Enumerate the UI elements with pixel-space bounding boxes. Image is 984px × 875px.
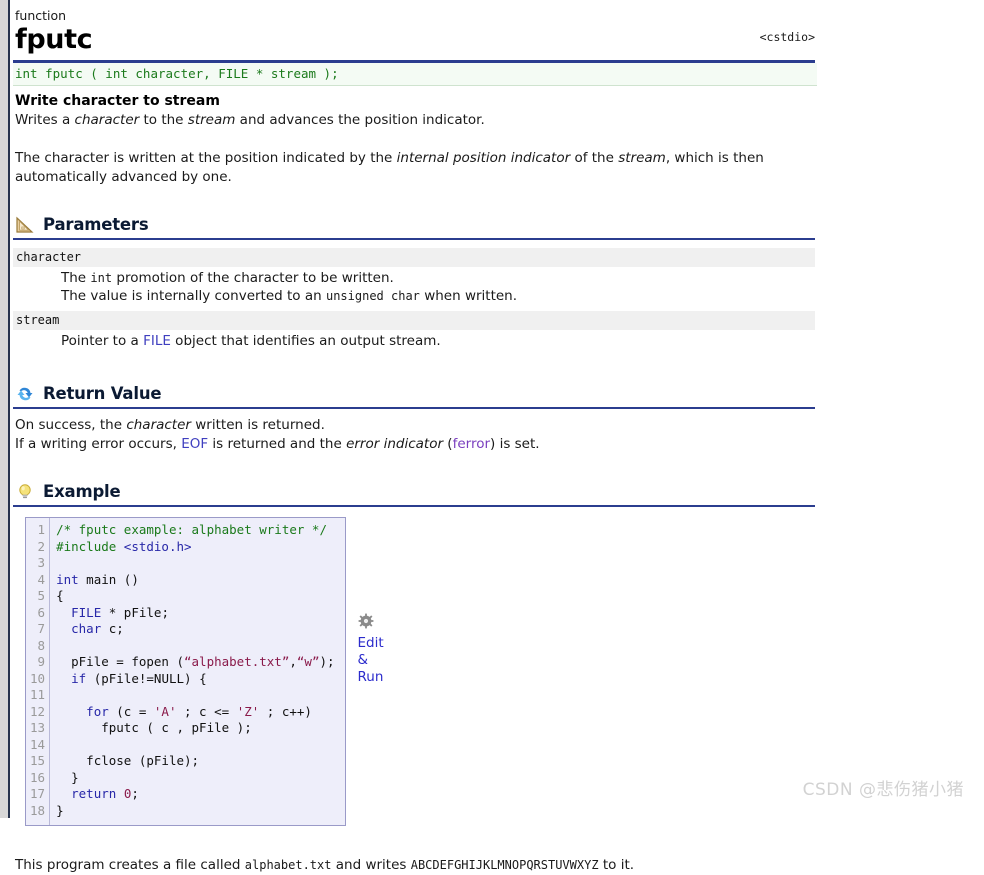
code-include-directive: #include <stdio.h> (56, 538, 192, 554)
code-line-end-brace: } (56, 802, 64, 818)
code-line-return: return 0; (71, 786, 139, 801)
code-line-file-decl: FILE * pFile; (71, 604, 169, 620)
code-line-for: for (c = 'A' ; c <= 'Z' ; c++) (86, 703, 312, 719)
parameter-description-line: Pointer to a FILE object that identifies… (61, 332, 815, 350)
intro-p2-em-stream: stream (618, 150, 666, 166)
section-heading-row-return-value: Return Value (13, 384, 815, 404)
code-line-fclose: fclose (pFile); (56, 753, 200, 768)
param1-l1-code-file: FILE (143, 333, 171, 349)
parameter-description: The int promotion of the character to be… (13, 267, 815, 311)
page-root: function fputc <cstdio> int fputc ( int … (0, 0, 984, 873)
code-line-if: if (pFile!=NULL) { (71, 670, 207, 686)
param0-l1-b: promotion of the character to be written… (112, 270, 394, 286)
outro-alphabet: ABCDEFGHIJKLMNOPQRSTUVWXYZ (410, 858, 599, 872)
intro-p1-em-character: character (74, 112, 140, 128)
code-line-main: int main () (56, 571, 139, 587)
watermark: CSDN @悲伤猪小猪 (802, 780, 964, 800)
short-description: Write character to stream (15, 93, 220, 109)
parameter-list: character The int promotion of the chara… (13, 248, 815, 356)
parameter-name: character (13, 248, 815, 267)
rv-l1-em-character: character (126, 417, 191, 433)
section-example: Example 1 2 3 4 5 6 7 8 9 10 11 12 13 14… (13, 482, 815, 826)
parameter-description-line: The int promotion of the character to be… (61, 269, 815, 287)
rv-l2-a: If a writing error occurs, (15, 436, 182, 452)
page-title: fputc (15, 24, 93, 55)
rv-l1-a: On success, the (15, 417, 127, 433)
entity-kind-label: function (15, 8, 67, 23)
section-parameters: Parameters character The int promotion o… (13, 215, 815, 356)
triangle-ruler-icon (15, 215, 35, 235)
intro-paragraph-1: Writes a character to the stream and adv… (13, 111, 815, 130)
gear-icon[interactable] (358, 613, 398, 633)
section-title-example: Example (43, 482, 121, 501)
outro-b: and writes (331, 857, 411, 873)
header-file-label: <cstdio> (759, 30, 815, 44)
section-divider-return-value (13, 407, 815, 409)
code-line-close-brace: } (56, 769, 79, 785)
content-column: function fputc <cstdio> int fputc ( int … (13, 0, 973, 875)
code-comment: /* fputc example: alphabet writer */ (56, 522, 327, 537)
outro-a: This program creates a file called (15, 857, 245, 873)
function-prototype: int fputc ( int character, FILE * stream… (13, 63, 817, 86)
intro-p1-part-c: to the (139, 112, 188, 128)
intro-p1-part-e: and advances the position indicator. (235, 112, 485, 128)
code-line-fopen: pFile = fopen (“alphabet.txt”,“w”); (56, 654, 335, 669)
param1-l1-b: object that identifies an output stream. (170, 333, 441, 349)
outro-c: to it. (598, 857, 635, 873)
edit-run-label-amp[interactable]: & (358, 652, 398, 669)
link-ferror[interactable]: ferror (453, 436, 490, 452)
lightbulb-icon (15, 482, 35, 502)
parameter-description-line: The value is internally converted to an … (61, 287, 815, 305)
param1-l1-a: Pointer to a (61, 333, 144, 349)
param0-l2-b: when written. (419, 288, 518, 304)
rv-l2-e: ) is set. (490, 436, 540, 452)
intro-p2-em-internal-position-indicator: internal position indicator (396, 150, 571, 166)
rv-l2-b: is returned and the (208, 436, 347, 452)
parameter-entry: character The int promotion of the chara… (13, 248, 815, 311)
code-body[interactable]: /* fputc example: alphabet writer */ #in… (50, 518, 344, 825)
param0-l2-code: unsigned char (325, 289, 420, 303)
return-value-line-2: If a writing error occurs, EOF is return… (13, 435, 815, 454)
link-eof[interactable]: EOF (181, 436, 208, 452)
return-arrow-icon (15, 384, 35, 404)
edit-run-label-run[interactable]: Run (358, 669, 398, 686)
intro-p1-part-a: Writes a (15, 112, 75, 128)
example-output-description: This program creates a file called alpha… (13, 856, 973, 875)
param0-l1-a: The (61, 270, 91, 286)
rv-l2-em-error-indicator: error indicator (346, 436, 444, 452)
rv-l2-d: ( (443, 436, 453, 452)
rv-l1-c: written is returned. (190, 417, 325, 433)
param0-l2-a: The value is internally converted to an (61, 288, 326, 304)
param0-l1-code: int (90, 271, 113, 285)
intro-p1-em-stream: stream (187, 112, 236, 128)
section-heading-row-parameters: Parameters (13, 215, 815, 235)
section-divider-example (13, 505, 815, 507)
left-border-rule (8, 0, 10, 818)
edit-and-run-control[interactable]: Edit & Run (358, 517, 398, 686)
parameter-name: stream (13, 311, 815, 330)
code-line-numbers: 1 2 3 4 5 6 7 8 9 10 11 12 13 14 15 16 1… (26, 518, 51, 825)
intro-p2-part-c: of the (570, 150, 619, 166)
outro-filename: alphabet.txt (244, 858, 332, 872)
section-heading-row-example: Example (13, 482, 815, 502)
code-sample: 1 2 3 4 5 6 7 8 9 10 11 12 13 14 15 16 1… (25, 517, 346, 826)
code-line-fputc: fputc ( c , pFile ); (56, 720, 252, 735)
section-divider-parameters (13, 238, 815, 240)
intro-p2-part-a: The character is written at the position… (15, 150, 397, 166)
page-header: function fputc <cstdio> (13, 8, 815, 63)
section-title-return-value: Return Value (43, 384, 162, 403)
section-return-value: Return Value On success, the character w… (13, 384, 815, 454)
left-gutter (0, 0, 8, 818)
parameter-description: Pointer to a FILE object that identifies… (13, 330, 815, 356)
section-title-parameters: Parameters (43, 215, 149, 234)
header-divider (13, 60, 815, 63)
edit-run-label-edit[interactable]: Edit (358, 635, 398, 652)
parameter-entry: stream Pointer to a FILE object that ide… (13, 311, 815, 356)
code-line-open-brace: { (56, 588, 64, 603)
intro-paragraph-2: The character is written at the position… (13, 149, 815, 187)
return-value-line-1: On success, the character written is ret… (13, 416, 815, 435)
code-line-char-decl: char c; (71, 621, 124, 636)
example-block: 1 2 3 4 5 6 7 8 9 10 11 12 13 14 15 16 1… (13, 517, 815, 826)
